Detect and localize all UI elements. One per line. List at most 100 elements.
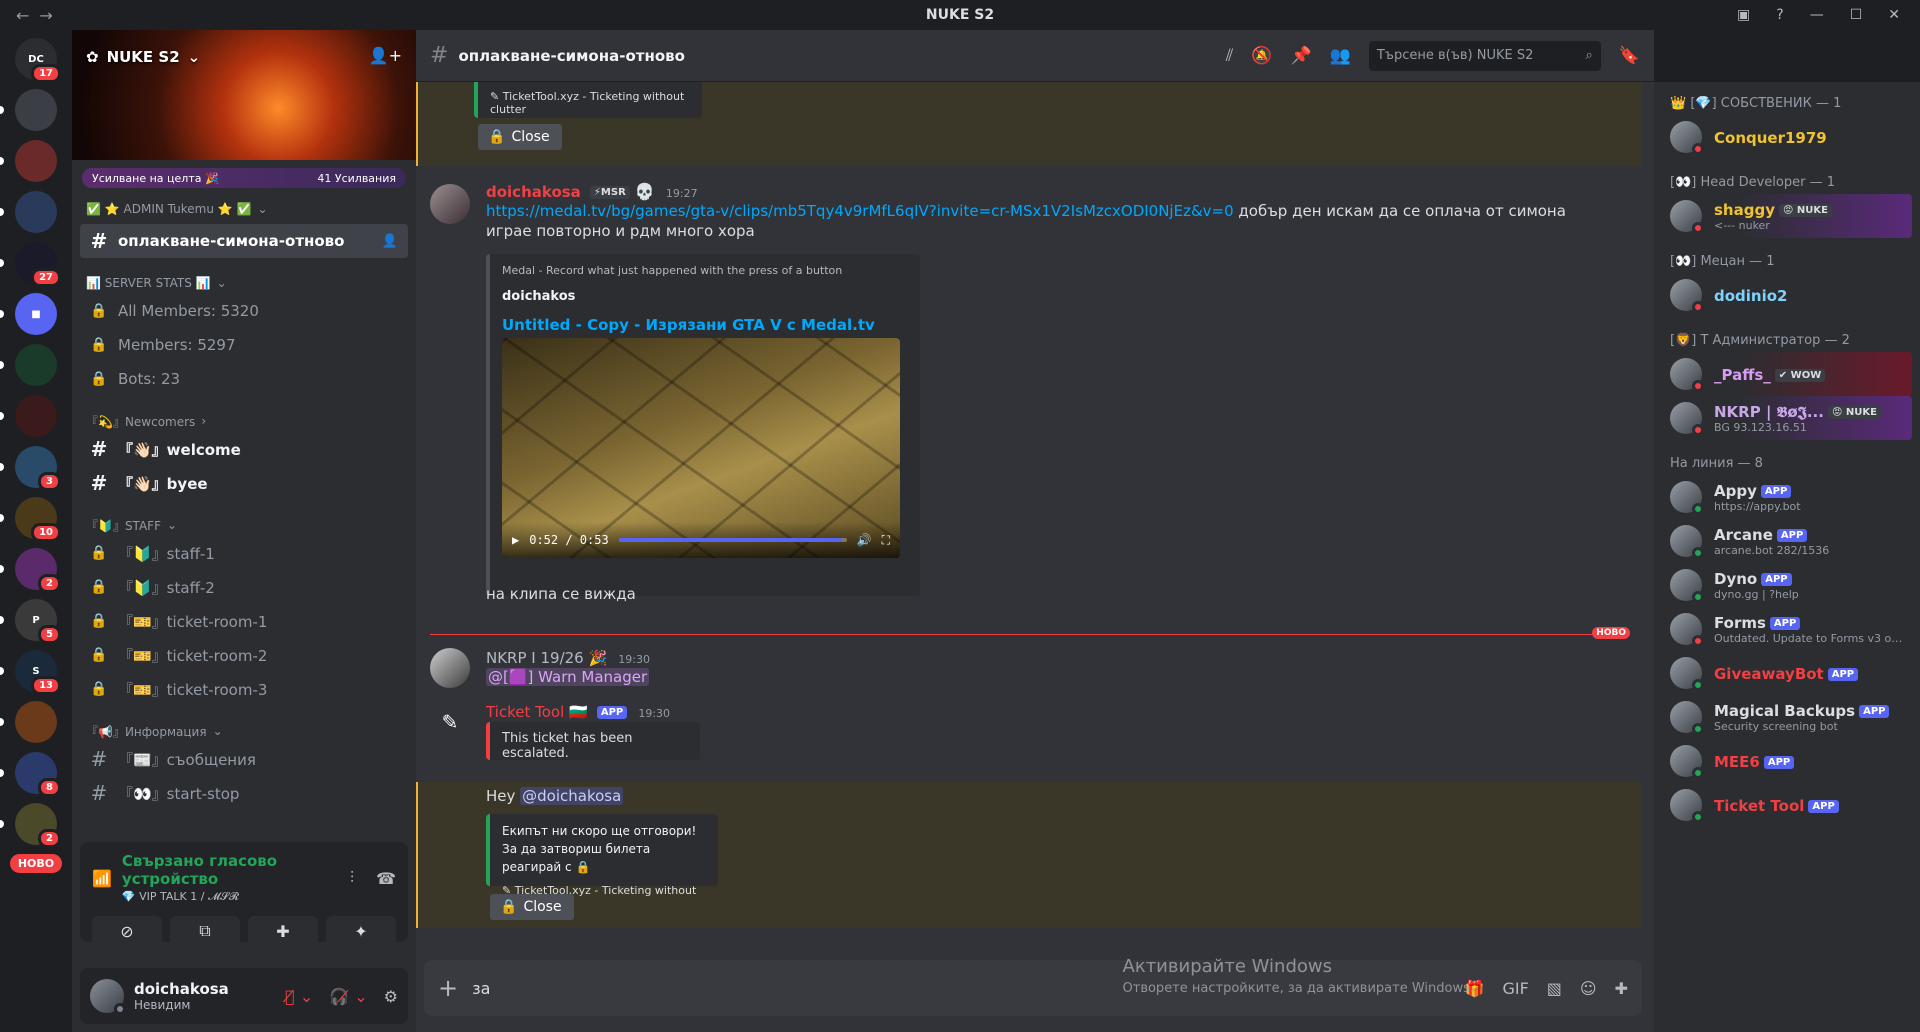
channel-item[interactable]: 🔒 『🔰』staff-2	[80, 570, 408, 604]
server-banner[interactable]: ✿ NUKE S2 ⌄ 👤+	[72, 30, 416, 160]
maximize-button[interactable]: ☐	[1850, 7, 1863, 23]
voice-status[interactable]: Свързано гласово устройство	[122, 852, 340, 888]
server-icon-0[interactable]: DC 17	[15, 38, 61, 83]
server-icon-8[interactable]: 3	[0, 446, 61, 491]
embed-title-link[interactable]: Untitled - Copy - Изрязани GTA V с Medal…	[502, 316, 908, 334]
channel-item[interactable]: 🔒 『🔰』staff-1	[80, 536, 408, 570]
server-icon-11[interactable]: P5	[0, 599, 61, 644]
invite-people-icon[interactable]: 👤+	[369, 46, 402, 65]
author-avatar[interactable]	[430, 648, 470, 688]
member-item[interactable]: Magical Backups APP Security screening bot	[1662, 695, 1912, 739]
member-item[interactable]: Arcane APP arcane.bot 282/1536	[1662, 519, 1912, 563]
inbox-icon[interactable]: 🔖	[1619, 46, 1640, 66]
close-ticket-button[interactable]: 🔒 Close	[490, 894, 574, 920]
mic-muted-icon[interactable]: 🎙̸ ⌄	[285, 987, 313, 1006]
video-player[interactable]: ▶ 0:52 / 0:53 🔊 ⛶	[502, 338, 900, 558]
channel-item[interactable]: 🔒 『🎫』ticket-room-1	[80, 604, 408, 638]
gif-icon[interactable]: GIF	[1502, 979, 1528, 998]
server-icon-13[interactable]	[0, 701, 57, 743]
server-icon-10[interactable]: 2	[0, 548, 61, 593]
member-item[interactable]: dodinio2	[1662, 273, 1912, 317]
author-avatar[interactable]	[430, 184, 470, 224]
channel-item[interactable]: # 『👋🏻』byee	[80, 466, 408, 500]
back-arrow-icon[interactable]: ←	[16, 6, 29, 25]
user-info[interactable]: doichakosa Невидим	[134, 980, 229, 1012]
threads-icon[interactable]: ⫽	[1226, 46, 1234, 66]
role-mention[interactable]: @[🟪] Warn Manager	[486, 668, 650, 686]
voice-channel[interactable]: 💎 VIP TALK 1 / 𝓜𝓢𝓡	[122, 890, 340, 904]
channel-active[interactable]: # оплакване-симона-отново 👤	[80, 224, 408, 258]
soundboard-button[interactable]: ✦	[326, 916, 396, 946]
member-item[interactable]: Forms APP Outdated. Update to Forms v3 on …	[1662, 607, 1912, 651]
message-input[interactable]: за	[472, 979, 490, 998]
headphones-muted-icon[interactable]: 🎧̸ ⌄	[329, 987, 367, 1006]
channel-item[interactable]: 🔒 『🎫』ticket-room-2	[80, 638, 408, 672]
notifications-muted-icon[interactable]: 🔕	[1251, 46, 1272, 66]
video-progress[interactable]	[618, 538, 847, 542]
help-icon[interactable]: ?	[1776, 7, 1783, 23]
server-icon-7[interactable]	[0, 395, 57, 437]
user-mention[interactable]: @doichakosa	[520, 787, 624, 805]
sticker-icon[interactable]: ▧	[1547, 979, 1562, 998]
members-icon[interactable]: 👥	[1330, 46, 1351, 66]
author-name[interactable]: NKRP I 19/26 🎉	[486, 649, 607, 667]
activities-button[interactable]: ✚	[248, 916, 318, 946]
clip-link[interactable]: https://medal.tv/bg/games/gta-v/clips/mb…	[486, 202, 1234, 220]
server-icon-5[interactable]: ■	[0, 293, 57, 335]
author-name[interactable]: Ticket Tool 🇧🇬	[486, 703, 588, 721]
member-item[interactable]: MEE6 APP	[1662, 739, 1912, 783]
category-newcomers[interactable]: 『💫』Newcomers ›	[72, 410, 416, 432]
category-server-stats[interactable]: 📊 SERVER STATS 📊 ⌄	[72, 272, 416, 294]
channel-item[interactable]: # 『👀』start-stop	[80, 776, 408, 810]
upload-plus-icon[interactable]: +	[438, 974, 458, 1002]
pin-icon[interactable]: 📌	[1290, 46, 1311, 66]
minimize-button[interactable]: —	[1810, 7, 1824, 23]
category-admin[interactable]: ✅ ⭐ ADMIN Tukemu ⭐ ✅ ⌄	[72, 198, 416, 220]
disconnect-icon[interactable]: ☎	[376, 869, 396, 888]
channel-item[interactable]: # 『👋🏻』welcome	[80, 432, 408, 466]
apps-icon[interactable]: ✚	[1615, 979, 1628, 998]
server-icon-15[interactable]: 2	[0, 803, 61, 848]
camera-off-button[interactable]: ⊘	[92, 916, 162, 946]
category-staff[interactable]: 『🔰』STAFF ⌄	[72, 514, 416, 536]
boost-goal-bar[interactable]: Усилване на целта 🎉 41 Усилвания	[82, 168, 406, 188]
gear-icon[interactable]: ⚙	[384, 987, 398, 1006]
channel-item[interactable]: # 『📰』съобщения	[80, 742, 408, 776]
member-item[interactable]: GiveawayBot APP	[1662, 651, 1912, 695]
member-item[interactable]: Dyno APP dyno.gg | ?help	[1662, 563, 1912, 607]
channel-item[interactable]: 🔒 Members: 5297	[80, 328, 408, 362]
server-name[interactable]: ✿ NUKE S2 ⌄	[86, 48, 200, 66]
server-icon-4[interactable]: 27	[0, 242, 61, 287]
server-icon-1[interactable]	[0, 89, 57, 131]
server-icon-9[interactable]: 10	[0, 497, 61, 542]
fullscreen-icon[interactable]: ⛶	[882, 533, 890, 548]
forward-arrow-icon[interactable]: →	[39, 6, 52, 25]
new-servers-pill[interactable]: НОВО	[9, 854, 63, 873]
member-item[interactable]: _Paffs_ ✔ WOW	[1662, 352, 1912, 396]
screen-share-button[interactable]: ⧉	[170, 916, 240, 946]
author-name[interactable]: doichakosa	[486, 183, 581, 201]
add-member-icon[interactable]: 👤	[382, 234, 398, 249]
server-icon-6[interactable]	[0, 344, 57, 386]
server-icon-3[interactable]	[0, 191, 57, 233]
server-icon-12[interactable]: S 13	[0, 650, 61, 695]
search-input[interactable]: Търсене в(ъв) NUKE S2 ⌕	[1368, 40, 1601, 71]
close-window-button[interactable]: ✕	[1888, 7, 1900, 23]
member-item[interactable]: Ticket Tool APP	[1662, 783, 1912, 827]
tickettool-avatar[interactable]: ✎	[430, 702, 470, 742]
noise-suppression-icon[interactable]: ⫶	[350, 868, 354, 888]
channel-item[interactable]: 🔒 Bots: 23	[80, 362, 408, 396]
server-icon-2[interactable]	[0, 140, 57, 182]
member-item[interactable]: NKRP | 𝕭ø𝕵... 😡 NUKE BG 93.123.16.51	[1662, 396, 1912, 440]
channel-item[interactable]: 🔒 All Members: 5320	[80, 294, 408, 328]
member-item[interactable]: Conquer1979	[1662, 115, 1912, 159]
inbox-icon[interactable]: ▣	[1737, 7, 1750, 23]
member-item[interactable]: Appy APP https://appy.bot	[1662, 475, 1912, 519]
emoji-icon[interactable]: ☺	[1580, 979, 1597, 998]
close-ticket-button[interactable]: 🔒 Close	[478, 124, 562, 150]
channel-item[interactable]: 🔒 『🎫』ticket-room-3	[80, 672, 408, 706]
play-icon[interactable]: ▶	[512, 533, 519, 547]
category-info[interactable]: 『📢』Информация ⌄	[72, 720, 416, 742]
user-avatar[interactable]	[90, 979, 126, 1015]
volume-icon[interactable]: 🔊	[857, 533, 872, 547]
